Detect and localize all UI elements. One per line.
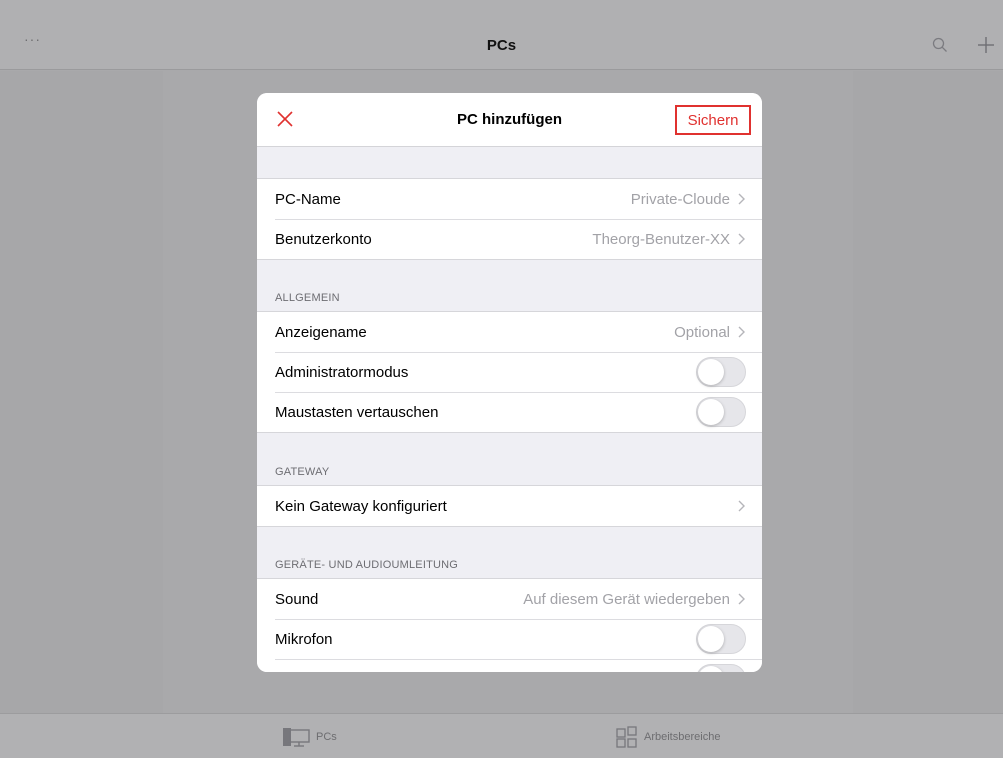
toggle-knob — [698, 399, 724, 425]
devices-group: Sound Auf diesem Gerät wiedergeben Mikro… — [257, 578, 762, 672]
user-account-label: Benutzerkonto — [275, 230, 372, 248]
app-title: PCs — [486, 37, 517, 54]
pc-icon — [283, 728, 310, 747]
connection-group: PC-Name Private-Cloude Benutzerkonto The… — [257, 178, 762, 260]
gateway-group: Kein Gateway konfiguriert — [257, 485, 762, 527]
sound-row[interactable]: Sound Auf diesem Gerät wiedergeben — [257, 579, 762, 619]
tab-workspaces[interactable]: Arbeitsbereiche — [616, 726, 720, 748]
swap-mouse-buttons-label: Maustasten vertauschen — [275, 403, 439, 421]
toggle-knob — [698, 359, 724, 385]
toggle-knob — [698, 626, 724, 652]
add-pc-modal: PC hinzufügen Sichern PC-Name Private-Cl… — [257, 93, 762, 672]
sound-value: Auf diesem Gerät wiedergeben — [523, 590, 730, 608]
tab-pcs-label: PCs — [316, 731, 337, 743]
admin-mode-row: Administratormodus — [257, 352, 762, 392]
app-navigation-bar: ··· PCs — [0, 0, 1003, 70]
microphone-label: Mikrofon — [275, 630, 333, 648]
workspaces-icon — [616, 726, 637, 748]
tab-pcs[interactable]: PCs — [282, 726, 337, 748]
chevron-right-icon — [738, 500, 745, 512]
gateway-label: Kein Gateway konfiguriert — [275, 497, 447, 515]
admin-mode-toggle[interactable] — [696, 357, 746, 387]
chevron-right-icon — [738, 233, 745, 245]
toggle-knob — [698, 666, 724, 672]
display-name-value: Optional — [674, 323, 730, 341]
display-name-label: Anzeigename — [275, 323, 367, 341]
sound-label: Sound — [275, 590, 319, 608]
section-header-gateway: GATEWAY — [275, 466, 330, 478]
user-account-row[interactable]: Benutzerkonto Theorg-Benutzer-XX — [257, 219, 762, 259]
modal-header: PC hinzufügen Sichern — [257, 93, 762, 147]
chevron-right-icon — [738, 326, 745, 338]
swap-mouse-buttons-row: Maustasten vertauschen — [257, 392, 762, 432]
pc-name-value: Private-Cloude — [630, 190, 730, 208]
search-icon[interactable] — [932, 37, 948, 53]
chevron-right-icon — [738, 593, 745, 605]
save-button[interactable]: Sichern — [675, 105, 751, 135]
swap-mouse-buttons-toggle[interactable] — [696, 397, 746, 427]
microphone-row: Mikrofon — [257, 619, 762, 659]
next-setting-toggle[interactable] — [696, 664, 746, 672]
admin-mode-label: Administratormodus — [275, 363, 409, 381]
tab-workspaces-label: Arbeitsbereiche — [644, 731, 721, 743]
microphone-toggle[interactable] — [696, 624, 746, 654]
next-setting-row — [257, 659, 762, 672]
pc-name-label: PC-Name — [275, 190, 341, 208]
pc-name-row[interactable]: PC-Name Private-Cloude — [257, 179, 762, 219]
chevron-right-icon — [738, 193, 745, 205]
user-account-value: Theorg-Benutzer-XX — [592, 230, 730, 248]
add-icon[interactable] — [976, 35, 996, 55]
general-group: Anzeigename Optional Administratormodus … — [257, 311, 762, 433]
section-header-devices: GERÄTE- UND AUDIOUMLEITUNG — [275, 559, 459, 571]
display-name-row[interactable]: Anzeigename Optional — [257, 312, 762, 352]
tab-bar: PCs Arbeitsbereiche — [0, 713, 1003, 758]
section-header-general: ALLGEMEIN — [275, 292, 340, 304]
gateway-row[interactable]: Kein Gateway konfiguriert — [257, 486, 762, 526]
